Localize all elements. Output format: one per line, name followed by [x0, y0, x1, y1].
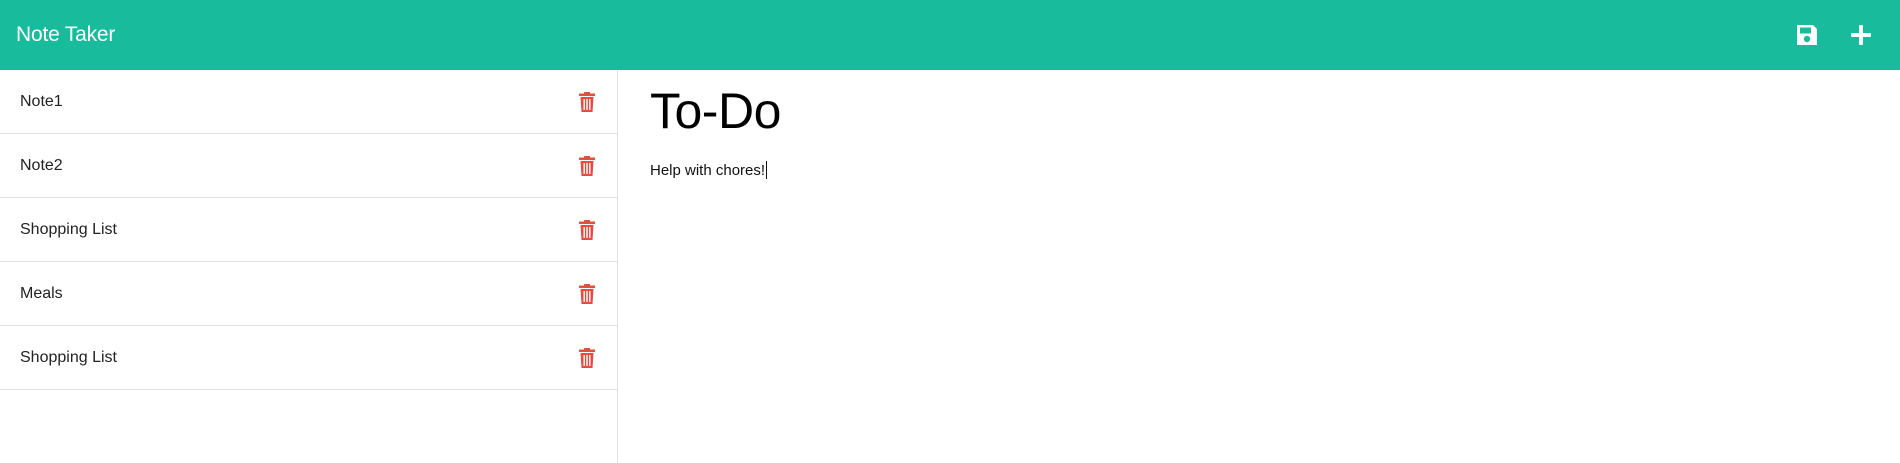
trash-icon[interactable]: [579, 155, 595, 176]
trash-icon[interactable]: [579, 219, 595, 240]
navbar: Note Taker: [0, 0, 1900, 70]
list-item-label: Note1: [20, 92, 63, 110]
trash-icon[interactable]: [579, 347, 595, 368]
list-item[interactable]: Note1: [0, 70, 617, 134]
list-item[interactable]: Note2: [0, 134, 617, 198]
save-icon[interactable]: [1794, 22, 1820, 48]
app-title[interactable]: Note Taker: [16, 23, 115, 47]
list-item-label: Meals: [20, 284, 63, 302]
trash-icon[interactable]: [579, 283, 595, 304]
text-cursor: [766, 161, 768, 179]
note-body-textarea[interactable]: Help with chores!: [650, 161, 1868, 179]
list-item-label: Shopping List: [20, 348, 117, 366]
list-item-label: Note2: [20, 156, 63, 174]
note-editor: To-Do Help with chores!: [618, 70, 1900, 463]
list-item-label: Shopping List: [20, 220, 117, 238]
list-item[interactable]: Shopping List: [0, 198, 617, 262]
note-list: Note1 Note2 Shopping List Meals Shopping…: [0, 70, 618, 463]
list-item[interactable]: Meals: [0, 262, 617, 326]
note-title-input[interactable]: To-Do: [650, 84, 1868, 139]
note-body-text: Help with chores!: [650, 161, 766, 179]
plus-icon[interactable]: [1848, 22, 1874, 48]
toolbar: [1794, 22, 1884, 48]
list-item[interactable]: Shopping List: [0, 326, 617, 390]
trash-icon[interactable]: [579, 91, 595, 112]
